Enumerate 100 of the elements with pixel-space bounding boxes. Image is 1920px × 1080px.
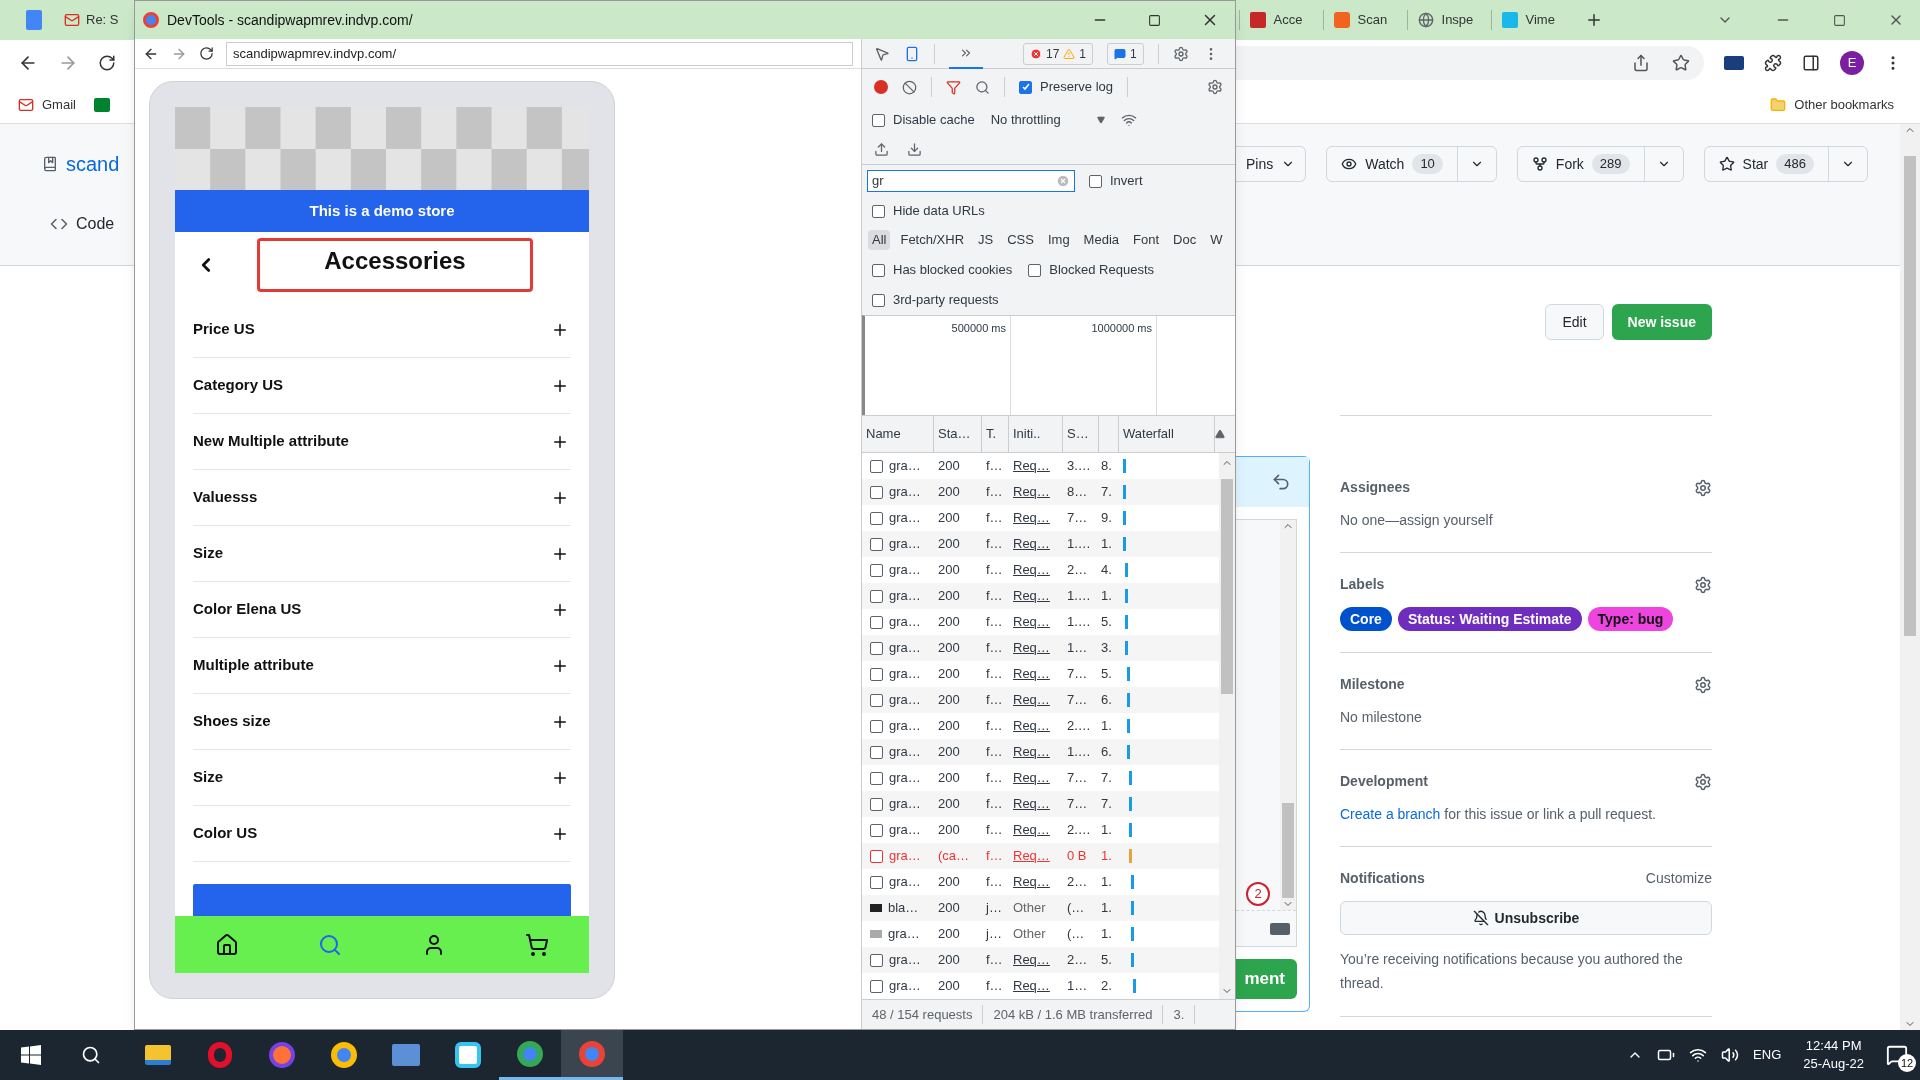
issue-label[interactable]: Core: [1340, 607, 1392, 631]
pin-button[interactable]: Pins: [1236, 146, 1307, 182]
type-filter[interactable]: Fetch/XHR: [896, 230, 969, 250]
clock[interactable]: 12:44 PM 25-Aug-22: [1795, 1037, 1872, 1073]
initiator-link[interactable]: Req…: [1009, 742, 1063, 762]
profile-avatar[interactable]: E: [1840, 51, 1864, 75]
table-cell-text: 200: [937, 743, 961, 762]
filter-row[interactable]: Color Elena US: [193, 582, 571, 638]
repo-name[interactable]: scand: [66, 149, 120, 179]
initiator-link[interactable]: Req…: [1009, 560, 1063, 580]
unsubscribe-button[interactable]: Unsubscribe: [1340, 901, 1712, 935]
table-cell-text: f…: [985, 743, 1004, 762]
bookmark[interactable]: Gmail: [18, 94, 76, 115]
request-row[interactable]: gra… 200 f… Req… 1… 3.: [862, 635, 1219, 661]
table-cell-text: 8…: [1066, 483, 1089, 502]
request-row[interactable]: bla… 200 j… Other (… 1.: [862, 895, 1219, 921]
initiator-link[interactable]: Req…: [1009, 976, 1063, 996]
type-filter[interactable]: Media: [1079, 230, 1124, 250]
edit-button[interactable]: Edit: [1545, 304, 1604, 340]
initiator-link[interactable]: Req…: [1009, 950, 1063, 970]
request-row[interactable]: gra… 200 f… Req… 1.… 1.: [862, 583, 1219, 609]
messages-button[interactable]: 1: [1107, 42, 1144, 65]
create-branch-link[interactable]: Create a branch: [1340, 806, 1441, 822]
initiator-link[interactable]: Req…: [1009, 872, 1063, 892]
initiator-link[interactable]: Req…: [1009, 638, 1063, 658]
request-row[interactable]: gra… 200 f… Req… 8… 7.: [862, 479, 1219, 505]
browser-tab[interactable]: Acce: [1238, 10, 1323, 30]
table-cell-text: 0 B: [1066, 847, 1088, 866]
filter-row[interactable]: Size: [193, 750, 571, 806]
filter-row[interactable]: Valuesss: [193, 470, 571, 526]
type-filter[interactable]: JS: [974, 230, 998, 250]
counter-button[interactable]: Watch 10: [1326, 146, 1497, 182]
type-filter[interactable]: W: [1206, 230, 1227, 250]
nav-tab[interactable]: Code: [76, 212, 115, 236]
browser-tab[interactable]: Scan: [1322, 10, 1407, 30]
table-cell-text: gra…: [889, 847, 921, 866]
filter-row[interactable]: Category US: [193, 358, 571, 414]
throttling-select[interactable]: No throttling: [990, 110, 1105, 130]
column-header[interactable]: T.: [982, 416, 1009, 452]
browser-tab[interactable]: Re: S: [64, 10, 119, 30]
filter-row[interactable]: Price US: [193, 302, 571, 358]
request-row[interactable]: gra… (ca… f… Req… 0 B 1.: [862, 843, 1219, 869]
initiator-link[interactable]: Req…: [1009, 482, 1063, 502]
table-cell-text: 3.…: [1066, 457, 1092, 476]
request-row[interactable]: gra… 200 f… Req… 2… 5.: [862, 947, 1219, 973]
filter-field[interactable]: gr: [867, 170, 1075, 192]
column-header[interactable]: S…: [1063, 416, 1099, 452]
store-banner: This is a demo store: [175, 190, 589, 232]
count-badge: 2: [1246, 882, 1270, 906]
table-cell-text: 200: [937, 561, 961, 580]
table-cell-text: 1.: [1100, 717, 1113, 736]
issue-label[interactable]: Status: Waiting Estimate: [1397, 607, 1582, 631]
browser-tab[interactable]: Vime: [1490, 10, 1575, 30]
filter-row[interactable]: Multiple attribute: [193, 638, 571, 694]
table-cell-text: f…: [985, 977, 1004, 996]
customize-link[interactable]: Customize: [1645, 868, 1712, 889]
filter-row[interactable]: Color US: [193, 806, 571, 862]
issues-button[interactable]: 17 1: [1023, 42, 1094, 65]
initiator-link[interactable]: Req…: [1009, 768, 1063, 788]
filter-row[interactable]: New Multiple attribute: [193, 414, 571, 470]
initiator-link[interactable]: Req…: [1009, 612, 1063, 632]
counter-button[interactable]: Star 486: [1703, 146, 1868, 182]
initiator-link[interactable]: Req…: [1009, 716, 1063, 736]
initiator-link[interactable]: Req…: [1009, 690, 1063, 710]
counter-button[interactable]: Fork 289: [1516, 146, 1684, 182]
section-title: Labels: [1340, 575, 1385, 594]
type-filter[interactable]: Font: [1129, 230, 1164, 250]
browser-tab[interactable]: Inspe: [1406, 10, 1491, 30]
filter-row[interactable]: Size: [193, 526, 571, 582]
url-field[interactable]: scandipwapmrev.indvp.com/: [226, 41, 853, 66]
type-filter[interactable]: Img: [1043, 230, 1074, 250]
checkbox-label: Has blocked cookies: [893, 261, 1013, 280]
table-cell-text: 200: [937, 899, 961, 918]
request-row[interactable]: gra… 200 f… Req… 7… 7.: [862, 791, 1219, 817]
initiator-link[interactable]: Req…: [1009, 456, 1063, 476]
column-header[interactable]: Name: [862, 416, 934, 452]
filter-row[interactable]: Shoes size: [193, 694, 571, 750]
initiator-link[interactable]: Req…: [1009, 664, 1063, 684]
initiator-link[interactable]: Req…: [1009, 820, 1063, 840]
initiator-link[interactable]: Req…: [1009, 534, 1063, 554]
type-filter[interactable]: Doc: [1169, 230, 1201, 250]
table-cell-text: 200: [937, 509, 961, 528]
language-indicator[interactable]: ENG: [1753, 1045, 1782, 1065]
bookmark-folder[interactable]: Other bookmarks: [1770, 94, 1894, 115]
table-cell-text: 200: [937, 977, 961, 996]
type-filter[interactable]: CSS: [1003, 230, 1038, 250]
issue-label[interactable]: Type: bug: [1587, 607, 1674, 631]
request-row[interactable]: gra… 200 f… Req… 1.… 1.: [862, 531, 1219, 557]
column-header[interactable]: Sta…: [934, 416, 982, 452]
initiator-link[interactable]: Req…: [1009, 508, 1063, 528]
request-row[interactable]: gra… 200 f… Req… 7… 6.: [862, 687, 1219, 713]
column-header[interactable]: Initi..: [1009, 416, 1063, 452]
request-row[interactable]: gra… 200 f… Req… 1.… 6.: [862, 739, 1219, 765]
table-cell-text: 2…: [1066, 951, 1089, 970]
filter-input[interactable]: gr: [872, 171, 1022, 191]
column-header[interactable]: Waterfall: [1119, 416, 1215, 452]
initiator-link[interactable]: Req…: [1009, 794, 1063, 814]
initiator-link[interactable]: Req…: [1009, 586, 1063, 606]
initiator-link[interactable]: Req…: [1009, 846, 1063, 866]
type-filter[interactable]: All: [868, 230, 891, 250]
